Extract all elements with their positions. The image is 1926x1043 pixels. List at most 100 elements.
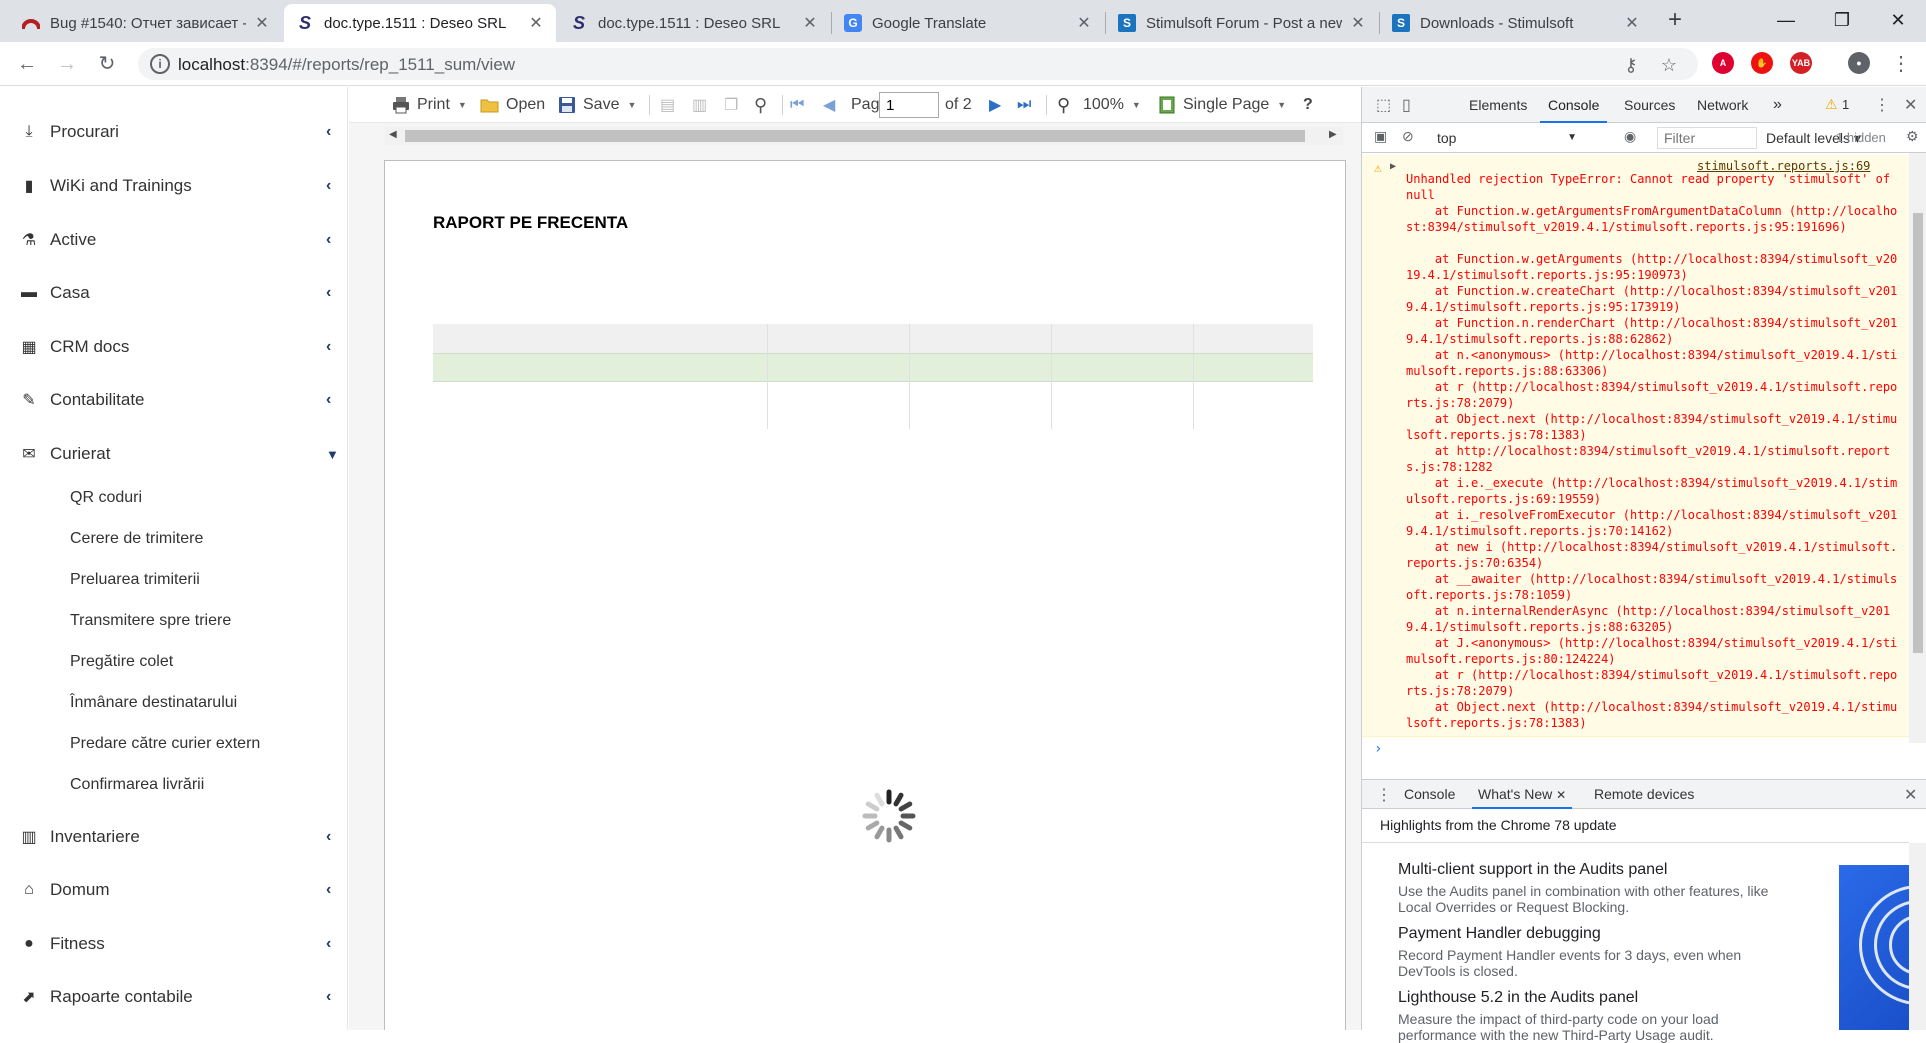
more-tabs-button[interactable]: » (1773, 87, 1782, 123)
reload-icon[interactable]: ↻ (92, 49, 122, 79)
device-toolbar-icon[interactable]: ▯ (1402, 95, 1411, 115)
stack-frame-line[interactable]: at r (http://localhost:8394/stimulsoft_v… (1406, 667, 1898, 699)
minimize-icon[interactable]: — (1758, 0, 1814, 40)
drawer-tab-remote-devices[interactable]: Remote devices (1594, 780, 1694, 809)
window-close-icon[interactable]: ✕ (1870, 0, 1926, 40)
sidebar-item-wiki[interactable]: ▮ WiKi and Trainings ‹ (0, 166, 348, 206)
help-button[interactable]: ? (1303, 93, 1313, 117)
address-bar[interactable]: i localhost:8394/#/reports/rep_1511_sum/… (138, 48, 1698, 80)
sidebar-subitem-inmanare[interactable]: Înmânare destinatarului (70, 694, 237, 712)
url-text[interactable]: localhost:8394/#/reports/rep_1511_sum/vi… (178, 55, 515, 75)
next-page-icon[interactable]: ▶ (989, 93, 1001, 117)
sidebar-toggle-icon[interactable]: ▣ (1374, 128, 1387, 145)
scroll-right-icon[interactable]: ▶ (1329, 129, 1337, 140)
view-mode-button[interactable]: Single Page ▼ (1157, 93, 1286, 117)
stack-frame-line[interactable]: at new i (http://localhost:8394/stimulso… (1406, 539, 1898, 571)
inspect-element-icon[interactable]: ⬚ (1376, 95, 1391, 115)
key-icon[interactable]: ⚷ (1620, 54, 1642, 76)
drawer-tab-whats-new[interactable]: What's New ✕ (1472, 780, 1573, 809)
kebab-menu-icon[interactable]: ⋮ (1886, 49, 1916, 79)
sidebar-item-domum[interactable]: ⌂ Domum ‹ (0, 870, 348, 910)
prev-page-icon[interactable]: ◀ (823, 93, 835, 117)
close-icon[interactable]: ✕ (1076, 13, 1092, 33)
eye-icon[interactable]: ◉ (1624, 128, 1636, 145)
profile-avatar-icon[interactable]: ● (1848, 52, 1870, 74)
sidebar-item-fitness[interactable]: ● Fitness ‹ (0, 924, 348, 964)
sidebar-item-inventariere[interactable]: ▥ Inventariere ‹ (0, 817, 348, 857)
feature-title[interactable]: Multi-client support in the Audits panel (1398, 861, 1667, 879)
find-binoculars-icon[interactable]: ⚲ (754, 93, 767, 117)
save-button[interactable]: Save ▼ (557, 93, 636, 117)
close-icon[interactable]: ✕ (528, 13, 544, 33)
console-scrollbar[interactable] (1909, 153, 1926, 743)
bookmarks-icon[interactable]: ▤ (660, 93, 675, 117)
stack-frame-line[interactable]: at i._resolveFromExecutor (http://localh… (1406, 507, 1898, 539)
close-icon[interactable]: ✕ (1624, 13, 1640, 33)
context-selector[interactable]: top ▼ (1437, 127, 1577, 149)
sidebar-item-crm-docs[interactable]: ▦ CRM docs ‹ (0, 327, 348, 367)
scrollbar-thumb[interactable] (405, 130, 1305, 142)
parameters-icon[interactable]: ▥ (692, 93, 707, 117)
console-prompt[interactable]: › (1374, 741, 1382, 757)
browser-tab-6[interactable]: S Downloads - Stimulsoft ✕ (1380, 4, 1652, 42)
feature-title[interactable]: Lighthouse 5.2 in the Audits panel (1398, 989, 1638, 1007)
stack-frame-line[interactable]: at n.<anonymous> (http://localhost:8394/… (1406, 347, 1898, 379)
scroll-left-icon[interactable]: ◀ (389, 129, 397, 140)
print-button[interactable]: Print ▼ (391, 93, 467, 117)
open-button[interactable]: Open (480, 93, 545, 117)
clear-console-icon[interactable]: ⊘ (1402, 128, 1414, 145)
sidebar-item-active[interactable]: ⚗ Active ‹ (0, 220, 348, 260)
bookmark-star-icon[interactable]: ☆ (1658, 54, 1680, 76)
sidebar-item-rapoarte-contabile[interactable]: ⬈ Rapoarte contabile ‹ (0, 977, 348, 1017)
yab-extension-icon[interactable]: YAB (1790, 52, 1812, 74)
new-tab-button[interactable]: + (1660, 6, 1690, 36)
stack-frame-line[interactable]: at Function.w.getArgumentsFromArgumentDa… (1406, 203, 1898, 235)
browser-tab-2[interactable]: S doc.type.1511 : Deseo SRL ✕ (284, 4, 556, 42)
back-arrow-icon[interactable]: ← (12, 49, 42, 79)
stack-frame-line[interactable]: at __awaiter (http://localhost:8394/stim… (1406, 571, 1898, 603)
restore-icon[interactable]: ❐ (1814, 0, 1870, 40)
stack-frame-line[interactable]: at n.internalRenderAsync (http://localho… (1406, 603, 1898, 635)
page-number-input[interactable] (879, 92, 939, 118)
sidebar-item-curierat[interactable]: ✉ Curierat ▼ (0, 434, 348, 474)
stack-frame-line[interactable]: at Function.n.renderChart (http://localh… (1406, 315, 1898, 347)
sidebar-item-contabilitate[interactable]: ✎ Contabilitate ‹ (0, 380, 348, 420)
horizontal-scrollbar[interactable]: ◀ ▶ (385, 127, 1343, 145)
settings-gear-icon[interactable]: ⚙ (1906, 128, 1919, 145)
sidebar-subitem-cerere[interactable]: Cerere de trimitere (70, 530, 203, 548)
warning-icon[interactable]: ⚠ (1825, 96, 1838, 113)
stack-frame-line[interactable]: at Function.w.getArguments (http://local… (1406, 251, 1898, 283)
stack-frame-line[interactable]: at J.<anonymous> (http://localhost:8394/… (1406, 635, 1898, 667)
browser-tab-1[interactable]: Bug #1540: Отчет зависает - ✕ (10, 4, 282, 42)
resources-icon[interactable]: ❐ (724, 93, 738, 117)
sidebar-item-procurari[interactable]: ⤓ Procurari ‹ (0, 112, 348, 152)
forward-arrow-icon[interactable]: → (52, 49, 82, 79)
whats-new-scrollbar[interactable] (1909, 843, 1926, 1030)
browser-tab-4[interactable]: G Google Translate ✕ (832, 4, 1104, 42)
sidebar-subitem-qr-coduri[interactable]: QR coduri (70, 489, 142, 507)
angular-extension-icon[interactable]: A (1712, 52, 1734, 74)
drawer-close-icon[interactable]: ✕ (1904, 785, 1917, 805)
feature-title[interactable]: Payment Handler debugging (1398, 925, 1601, 943)
sidebar-subitem-confirmarea[interactable]: Confirmarea livrării (70, 776, 204, 794)
sidebar-subitem-preluarea[interactable]: Preluarea trimiterii (70, 571, 200, 589)
stack-frame-line[interactable]: at Function.w.createChart (http://localh… (1406, 283, 1898, 315)
stack-frame-line[interactable]: at Object.next (http://localhost:8394/st… (1406, 411, 1898, 443)
devtools-close-icon[interactable]: ✕ (1904, 95, 1917, 115)
close-icon[interactable]: ✕ (802, 13, 818, 33)
tab-network[interactable]: Network (1697, 87, 1748, 123)
site-info-icon[interactable]: i (150, 54, 170, 74)
sidebar-item-casa[interactable]: ▬ Casa ‹ (0, 273, 348, 313)
close-icon[interactable]: ✕ (254, 13, 270, 33)
sidebar-subitem-transmitere[interactable]: Transmitere spre triere (70, 612, 231, 630)
sidebar-subitem-pregatire[interactable]: Pregătire colet (70, 653, 173, 671)
console-filter-input[interactable] (1657, 127, 1757, 149)
tab-sources[interactable]: Sources (1624, 87, 1675, 123)
sidebar-subitem-predare[interactable]: Predare către curier extern (70, 735, 260, 753)
tab-console[interactable]: Console (1540, 87, 1608, 123)
drawer-tab-console[interactable]: Console (1404, 780, 1455, 809)
first-page-icon[interactable]: ⏮ (790, 93, 804, 117)
scrollbar-thumb[interactable] (1913, 213, 1923, 653)
adblock-extension-icon[interactable]: ✋ (1751, 52, 1773, 74)
kebab-menu-icon[interactable]: ⋮ (1874, 95, 1890, 115)
